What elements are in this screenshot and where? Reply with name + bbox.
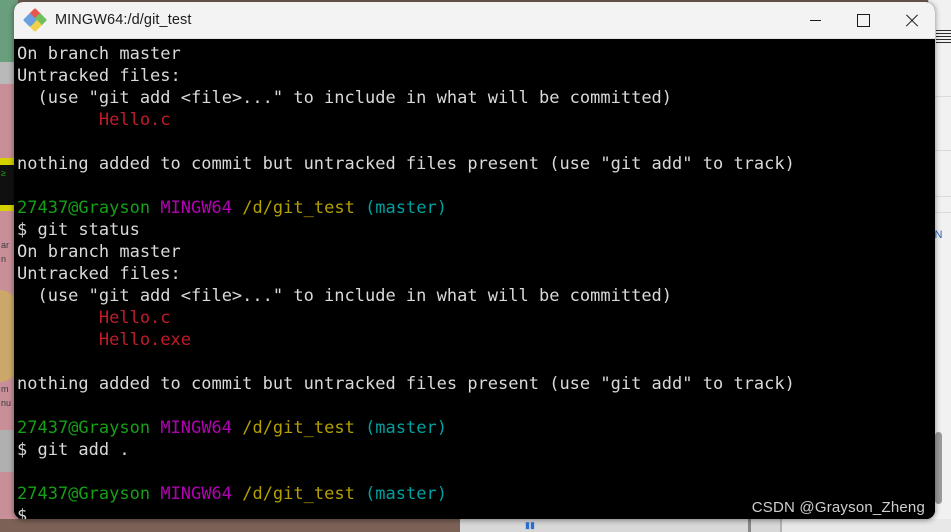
background-text-fragment-0: ≥ [1,168,6,178]
csdn-watermark: CSDN @Grayson_Zheng [751,499,925,516]
prompt-space-3 [355,484,365,504]
mingw64-terminal-window[interactable]: MINGW64:/d/git_test On branch master Unt… [14,2,935,519]
prompt-shell: MINGW64 [160,484,232,504]
background-text-fragment-1: ar [1,240,10,250]
background-window-right-text-lines [936,30,951,44]
minimize-button[interactable] [791,2,839,38]
background-text-fragment-3: m [1,384,9,394]
console-prompt-line: 27437@Grayson MINGW64 /d/git_test (maste… [17,197,935,219]
console-prompt-line: 27437@Grayson MINGW64 /d/git_test (maste… [17,417,935,439]
prompt-space-1 [150,198,160,218]
console-line: Untracked files: [17,264,181,284]
prompt-space-2 [232,484,242,504]
console-command-line: $ git add . [17,440,130,460]
console-line: Untracked files: [17,66,181,86]
prompt-space-2 [232,418,242,438]
prompt-branch: (master) [365,484,447,504]
close-icon [905,14,918,27]
window-title: MINGW64:/d/git_test [55,12,192,28]
taskbar-wallpaper-strip [0,519,460,532]
prompt-space-3 [355,198,365,218]
prompt-path: /d/git_test [242,484,355,504]
console-line-untracked-file: Hello.c [17,308,171,328]
taskbar-app-icon[interactable]: ▮▮ [525,520,535,531]
minimize-icon [809,19,821,21]
background-text-fragment-4: nu [1,398,12,408]
prompt-user-host: 27437@Grayson [17,418,151,438]
prompt-space-1 [150,484,160,504]
prompt-path: /d/git_test [242,418,355,438]
window-titlebar[interactable]: MINGW64:/d/git_test [14,2,935,39]
prompt-branch: (master) [365,418,447,438]
console-line: (use "git add <file>..." to include in w… [17,286,673,306]
close-button[interactable] [887,2,935,38]
background-window-right-scrollbar[interactable] [935,432,942,504]
console-line: nothing added to commit but untracked fi… [17,374,795,394]
maximize-icon [856,13,870,27]
prompt-user-host: 27437@Grayson [17,484,151,504]
taskbar-panel-right[interactable] [782,519,951,532]
prompt-space-2 [232,198,242,218]
console-line: On branch master [17,44,181,64]
screen-root: ≥ ar n m nu ▸N ▮▮ MINGW64:/d/git_test On… [0,0,951,532]
prompt-shell: MINGW64 [160,418,232,438]
prompt-user-host: 27437@Grayson [17,198,151,218]
console-command-line: $ git status [17,220,140,240]
taskbar-panel-center[interactable] [460,519,780,532]
console-line-untracked-file: Hello.c [17,110,171,130]
prompt-space-1 [150,418,160,438]
prompt-path: /d/git_test [242,198,355,218]
mingw-diamonds-icon [22,7,48,33]
prompt-space-3 [355,418,365,438]
prompt-shell: MINGW64 [160,198,232,218]
prompt-branch: (master) [365,198,447,218]
console-line: On branch master [17,242,181,262]
console-line: (use "git add <file>..." to include in w… [17,88,673,108]
terminal-console[interactable]: On branch master Untracked files: (use "… [14,39,935,519]
background-text-fragment-2: n [1,254,7,264]
console-line: nothing added to commit but untracked fi… [17,154,795,174]
maximize-button[interactable] [839,2,887,38]
taskbar-divider [748,519,751,532]
console-line-untracked-file: Hello.exe [17,330,191,350]
